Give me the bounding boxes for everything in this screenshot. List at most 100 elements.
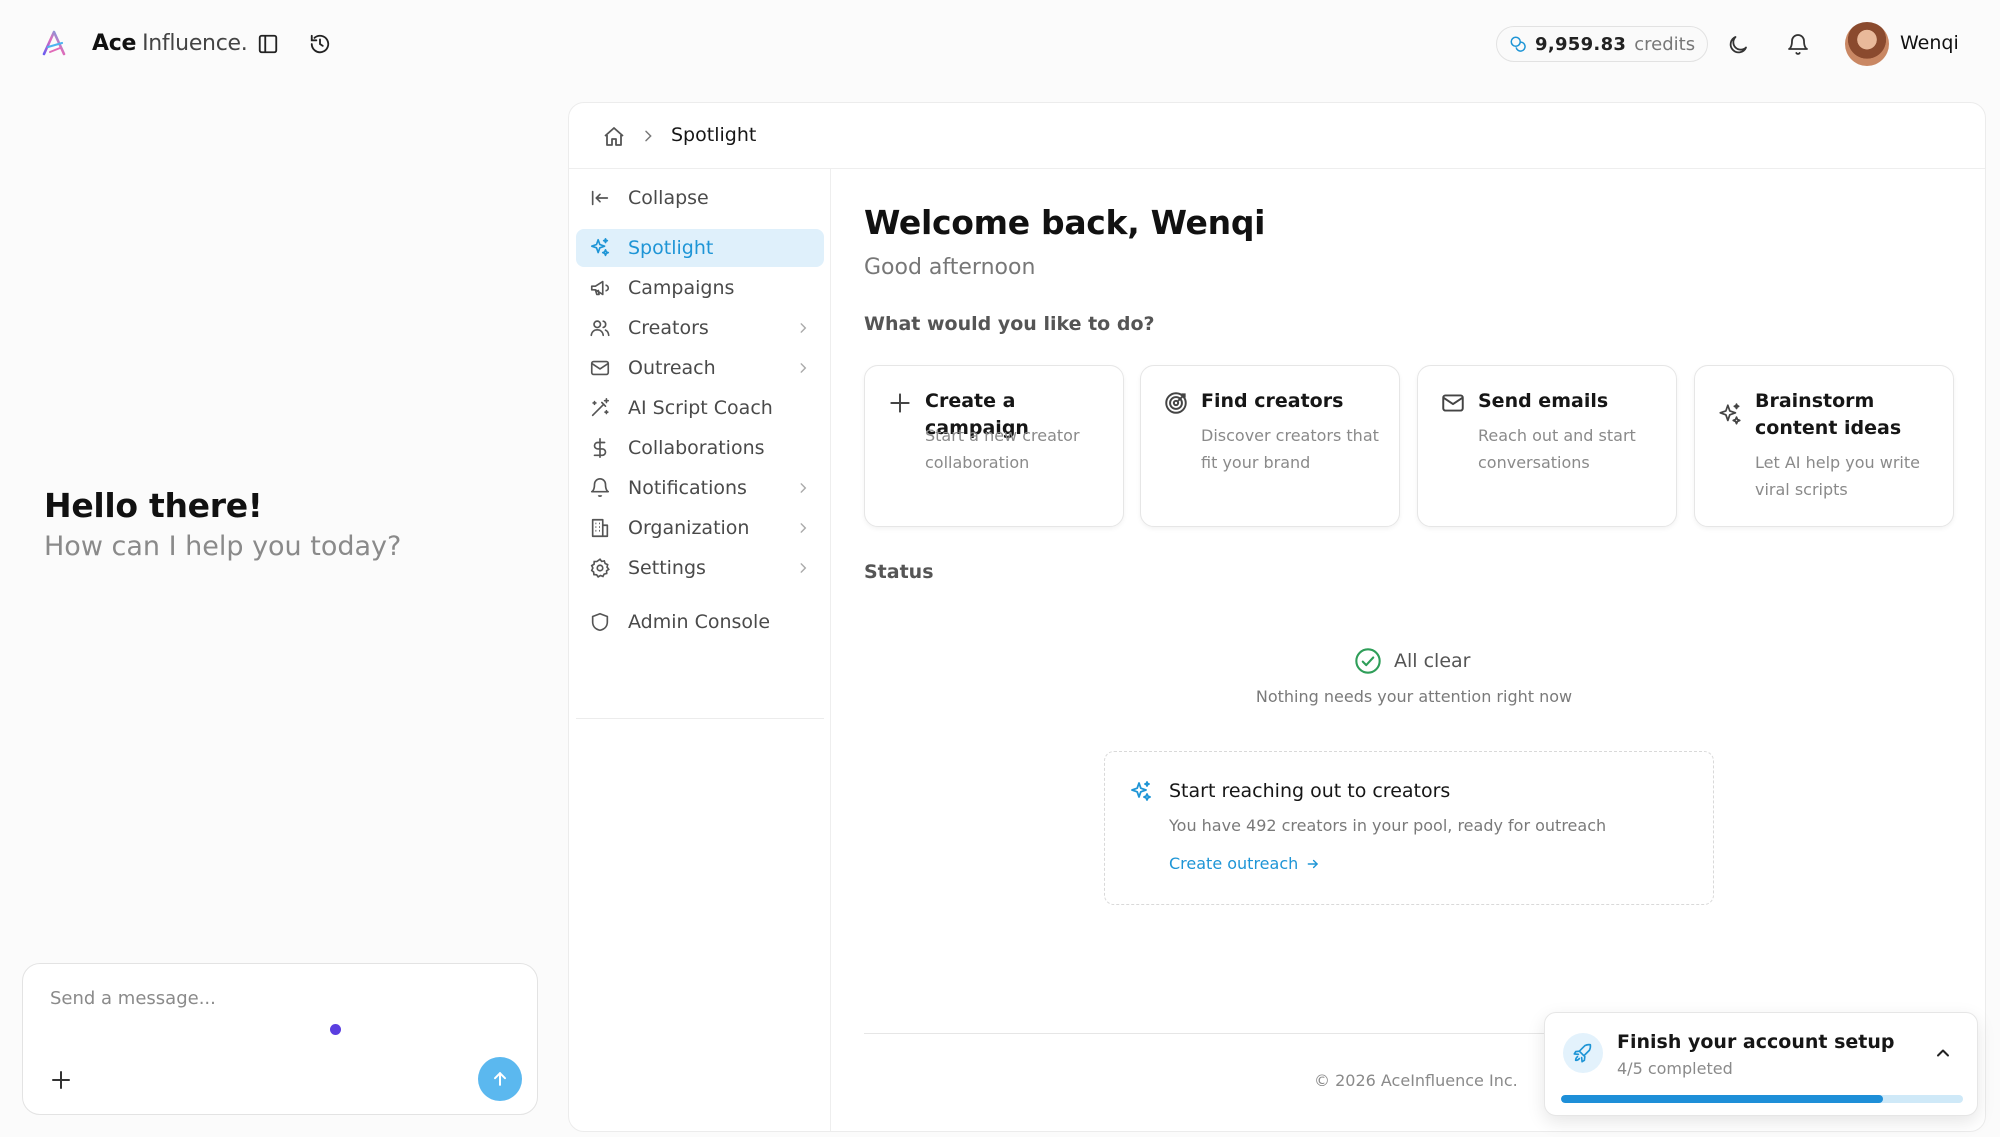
target-icon <box>1165 392 1187 414</box>
nav-outreach-label: Outreach <box>628 357 716 379</box>
nav-notifications[interactable]: Notifications <box>576 469 824 507</box>
action-card-brainstorm[interactable]: Brainstorm content ideas Let AI help you… <box>1694 365 1954 527</box>
nav-campaigns[interactable]: Campaigns <box>576 269 824 307</box>
arrow-right-icon <box>1307 859 1319 868</box>
home-icon[interactable] <box>602 125 626 149</box>
nav-settings-label: Settings <box>628 557 706 579</box>
chevron-up-icon[interactable] <box>1933 1043 1953 1063</box>
bell-icon <box>588 476 612 500</box>
nav-collaborations-label: Collaborations <box>628 437 765 459</box>
status-indicator: All clear <box>1354 647 1470 675</box>
dashboard-content: Welcome back, Wenqi Good afternoon What … <box>864 169 1964 1131</box>
action-card-find-creators[interactable]: Find creators Discover creators that fit… <box>1140 365 1400 527</box>
account-setup-widget[interactable]: Finish your account setup 4/5 completed <box>1544 1012 1978 1116</box>
greeting: Good afternoon <box>864 255 1036 280</box>
page-title: Welcome back, Wenqi <box>864 203 1266 242</box>
dark-mode-moon-icon[interactable] <box>1724 31 1752 59</box>
nav-collaborations[interactable]: Collaborations <box>576 429 824 467</box>
side-nav: Collapse Spotlight Campaigns Creators Ou… <box>569 169 831 1131</box>
brand[interactable]: Ace Influence. <box>40 28 248 58</box>
outreach-card-title: Start reaching out to creators <box>1169 780 1451 802</box>
notifications-bell-icon[interactable] <box>1784 31 1812 59</box>
message-input[interactable] <box>50 988 490 1009</box>
status-subtitle: Nothing needs your attention right now <box>1255 687 1573 706</box>
nav-ai-script-coach[interactable]: AI Script Coach <box>576 389 824 427</box>
credits-badge[interactable]: 9,959.83 credits <box>1496 26 1709 62</box>
chat-greeting-title: Hello there! <box>44 486 263 525</box>
chevron-right-icon <box>800 363 807 373</box>
nav-spotlight[interactable]: Spotlight <box>576 229 824 267</box>
attach-plus-icon[interactable] <box>49 1068 73 1092</box>
chevron-right-icon <box>800 323 807 333</box>
coins-icon <box>1510 36 1526 52</box>
typing-indicator-dot <box>330 1024 341 1035</box>
action-card-desc: Start a new creator collaboration <box>925 426 1080 472</box>
nav-settings[interactable]: Settings <box>576 549 824 587</box>
action-card-desc: Let AI help you write viral scripts <box>1755 453 1920 499</box>
action-card-desc: Reach out and start conversations <box>1478 426 1636 472</box>
action-card-title: Find creators <box>1201 390 1344 412</box>
outreach-prompt-card: Start reaching out to creators You have … <box>1104 751 1714 905</box>
action-card-title: Send emails <box>1478 390 1609 412</box>
nav-admin-console[interactable]: Admin Console <box>576 603 824 641</box>
action-card-title: Brainstorm content ideas <box>1755 390 1902 439</box>
nav-ai-script-coach-label: AI Script Coach <box>628 397 773 419</box>
rocket-icon <box>1563 1033 1603 1073</box>
credits-unit: credits <box>1634 33 1696 55</box>
avatar[interactable] <box>1845 22 1889 66</box>
outreach-card-desc: You have 492 creators in your pool, read… <box>1169 816 1607 835</box>
breadcrumb: Spotlight <box>569 103 1985 169</box>
create-outreach-link[interactable]: Create outreach <box>1169 854 1320 873</box>
sparkles-icon <box>1131 781 1151 801</box>
copyright: © 2026 AceInfluence Inc. <box>1314 1071 1518 1090</box>
magic-wand-icon <box>588 396 612 420</box>
chevron-right-icon <box>800 523 807 533</box>
brand-logo-icon <box>42 30 66 56</box>
megaphone-icon <box>588 276 612 300</box>
chevron-right-icon <box>800 483 807 493</box>
main-panel: Spotlight Collapse Spotlight Campaigns C… <box>568 102 1986 1132</box>
send-button[interactable] <box>478 1057 522 1101</box>
mail-icon <box>588 356 612 380</box>
action-card-send-emails[interactable]: Send emails Reach out and start conversa… <box>1417 365 1677 527</box>
username[interactable]: Wenqi <box>1900 32 1959 54</box>
check-circle-icon <box>1355 648 1381 674</box>
brand-name: Ace Influence. <box>92 30 248 56</box>
chat-greeting-subtitle: How can I help you today? <box>44 531 402 562</box>
brand-name-bold: Ace <box>92 30 137 56</box>
nav-creators-label: Creators <box>628 317 709 339</box>
setup-progress-bar <box>1561 1095 1963 1103</box>
nav-admin-console-label: Admin Console <box>628 611 771 633</box>
brand-name-light: Influence. <box>142 30 248 56</box>
nav-organization[interactable]: Organization <box>576 509 824 547</box>
nav-collapse[interactable]: Collapse <box>576 179 824 217</box>
mail-icon <box>1442 394 1464 412</box>
users-icon <box>588 316 612 340</box>
history-icon[interactable] <box>306 30 334 58</box>
credits-amount: 9,959.83 <box>1535 33 1627 55</box>
shield-icon <box>588 610 612 634</box>
nav-campaigns-label: Campaigns <box>628 277 735 299</box>
setup-title: Finish your account setup <box>1617 1031 1895 1053</box>
chat-greeting: Hello there! How can I help you today? <box>44 486 401 562</box>
arrow-up-icon <box>494 1072 506 1086</box>
arrow-left-to-line-icon <box>588 186 612 210</box>
nav-spotlight-label: Spotlight <box>628 237 714 259</box>
setup-progress-text: 4/5 completed <box>1617 1059 1733 1078</box>
nav-organization-label: Organization <box>628 517 750 539</box>
action-card-create-campaign[interactable]: Create a campaign Start a new creator co… <box>864 365 1124 527</box>
gear-icon <box>588 556 612 580</box>
nav-creators[interactable]: Creators <box>576 309 824 347</box>
sparkles-icon <box>1719 403 1741 425</box>
chat-composer <box>22 963 538 1115</box>
nav-outreach[interactable]: Outreach <box>576 349 824 387</box>
setup-progress-fill <box>1561 1095 1883 1103</box>
status-heading: Status <box>864 561 934 583</box>
sparkles-icon <box>588 236 612 260</box>
plus-icon <box>890 393 910 413</box>
nav-notifications-label: Notifications <box>628 477 747 499</box>
chevron-right-icon <box>640 128 656 144</box>
sidebar-toggle-icon[interactable] <box>254 30 282 58</box>
dollar-icon <box>588 436 612 460</box>
create-outreach-link-label: Create outreach <box>1169 854 1299 873</box>
